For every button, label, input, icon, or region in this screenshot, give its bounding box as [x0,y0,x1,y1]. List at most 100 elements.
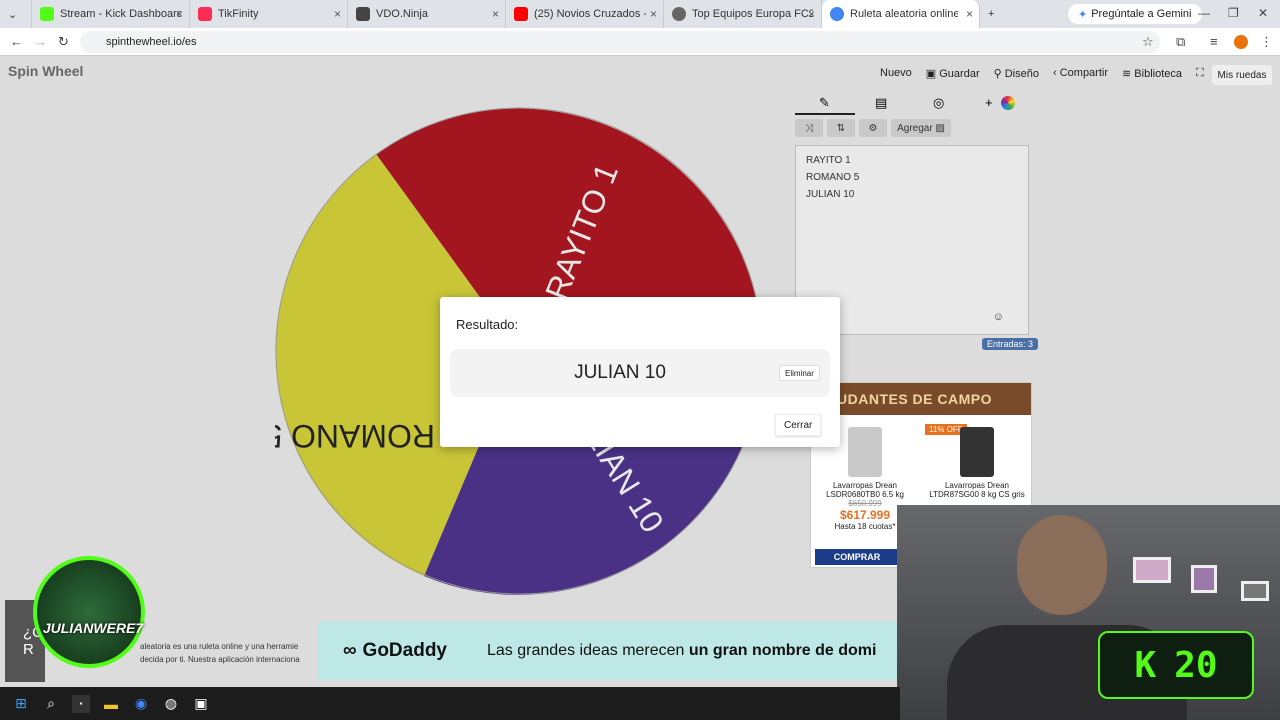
entry-line: RAYITO 1 [806,155,851,166]
result-dialog: Resultado: JULIAN 10 Eliminar Cerrar [440,297,840,447]
address-bar-row: ← → ↻ spinthewheel.io/es ☆ ⧉ ≡ ⋮ [0,28,1280,56]
menu-biblioteca[interactable]: ≋ Biblioteca [1122,67,1182,80]
spinwheel-icon [830,7,844,21]
pencil-icon[interactable]: ✎ [819,95,830,111]
tab-spin-the-wheel[interactable]: Ruleta aleatoria online – ruleta × [822,0,980,28]
profile-avatar[interactable] [1234,35,1248,49]
obs-icon[interactable]: ◍ [162,695,180,713]
close-icon[interactable]: × [176,7,183,21]
site-logo[interactable]: Spin Wheel [8,63,83,79]
fullscreen-icon[interactable]: ⛶ [1196,67,1204,80]
library-icon: ≋ [1122,68,1135,80]
shuffle-button[interactable]: ⤨ [795,119,823,137]
ad-text-bold: un gran nombre de domi [688,642,877,659]
streamer-badge: JULIANWERE7 [33,556,145,668]
menu-icon[interactable]: ⋮ [1260,34,1273,50]
windows-start-icon[interactable]: ⊞ [12,695,30,713]
menu-label: Compartir [1059,67,1109,79]
product-name: Lavarropas Drean LTDR87SG00 8 kg CS gris [929,481,1025,499]
tab-tikfinity[interactable]: TikFinity × [190,0,348,28]
tab-top-equipos[interactable]: Top Equipos Europa FC25 × [664,0,822,28]
tab-title: TikFinity [218,8,259,20]
menu-label: Biblioteca [1134,68,1182,80]
extensions-icon[interactable]: ⧉ [1176,34,1185,50]
search-icon[interactable]: ⌕ [42,695,60,713]
tikfinity-icon [198,7,212,21]
menu-label: Diseño [1004,68,1039,80]
sort-button[interactable]: ⇅ [827,119,855,137]
top-menu: Nuevo ▣ Guardar ⚲ Diseño ‹ Compartir ≋ B… [880,67,1204,80]
comprar-button[interactable]: COMPRAR [815,549,899,565]
globe-icon [672,7,686,21]
result-box: JULIAN 10 Eliminar [450,349,830,397]
sort-icon: ⇅ [836,122,846,134]
new-tab-button[interactable]: + [980,0,1010,28]
eliminar-button[interactable]: Eliminar [779,365,820,381]
agregar-label: Agregar [897,122,933,134]
close-icon[interactable]: × [650,7,657,21]
reload-icon[interactable]: ↻ [58,34,69,50]
tab-vdo-ninja[interactable]: VDO.Ninja × [348,0,506,28]
tab-title: Top Equipos Europa FC25 [692,8,813,20]
ad-header: UDANTES DE CAMPO [811,383,1031,415]
menu-nuevo[interactable]: Nuevo [880,67,912,80]
youtube-icon [514,7,528,21]
panel-tabs: ✎ ▤ ◎ + [795,93,1035,115]
cerrar-button[interactable]: Cerrar [775,414,822,436]
ad-tagline: Las grandes ideas merecen un gran nombre… [487,642,876,660]
washer-image [848,427,882,477]
streamer-name: JULIANWERE7 [42,620,144,636]
app-icon[interactable]: ▣ [192,695,210,713]
minimize-icon[interactable]: — [1198,6,1210,20]
emoji-icon[interactable]: ☺ [993,309,1004,326]
reading-list-icon[interactable]: ≡ [1210,34,1218,49]
mis-ruedas-button[interactable]: Mis ruedas [1212,65,1272,85]
gemini-button[interactable]: ✦ Pregúntale a Gemini [1068,4,1202,24]
menu-diseno[interactable]: ⚲ Diseño [994,67,1039,80]
app-icon[interactable]: ▪ [72,694,90,713]
tab-kick-dashboard[interactable]: Stream - Kick Dashboard × [32,0,190,28]
bookmark-star-icon[interactable]: ☆ [1142,34,1154,50]
url-text: spinthewheel.io/es [106,36,197,48]
window-close-icon[interactable]: ✕ [1258,6,1268,20]
ad-banner-bottom[interactable]: ∞ GoDaddy Las grandes ideas merecen un gr… [317,622,917,680]
entries-toolbar: ⤨ ⇅ ⚙ Agregar ▨ [795,119,951,137]
tab-youtube[interactable]: (25) Novios Cruzados - You × [506,0,664,28]
entry-line: JULIAN 10 [806,189,855,200]
chrome-icon[interactable]: ◉ [132,695,150,713]
url-field[interactable]: spinthewheel.io/es [80,31,1160,53]
entries-count-badge: Entradas: 3 [982,338,1039,350]
ad-product-2[interactable]: Lavarropas Drean LTDR87SG00 8 kg CS gris [927,423,1027,499]
close-icon[interactable]: × [334,7,341,21]
product-name: Lavarropas Drean LSDR0680TB0 6.5 kg [826,481,904,499]
gemini-label: Pregúntale a Gemini [1091,8,1192,20]
hide-icon[interactable]: ◎ [933,95,944,111]
back-icon[interactable]: ← [10,34,23,49]
maximize-icon[interactable]: ❐ [1228,6,1239,20]
close-icon[interactable]: × [966,7,973,21]
tab-list-button[interactable]: ⌄ [0,0,32,28]
godaddy-logo: ∞ GoDaddy [343,640,447,662]
menu-compartir[interactable]: ‹ Compartir [1053,67,1108,80]
plus-icon: + [988,8,995,20]
agregar-imagen-button[interactable]: Agregar ▨ [891,119,951,137]
menu-guardar[interactable]: ▣ Guardar [926,67,980,80]
kick-logo: K [1134,644,1157,686]
underline-active-tab [795,113,855,115]
vdo-ninja-icon [356,7,370,21]
settings-button[interactable]: ⚙ [859,119,887,137]
ad-text: Las grandes ideas merecen [487,642,689,659]
clipboard-icon[interactable]: ▤ [875,95,887,111]
wall-picture [1133,557,1171,583]
save-icon: ▣ [925,68,940,80]
close-icon[interactable]: × [808,7,815,21]
result-title: Resultado: [456,317,519,332]
close-icon[interactable]: × [492,7,499,21]
wheel-label-romano: ROMANO 5 [275,418,435,454]
plus-icon[interactable]: + [985,95,993,110]
folder-icon[interactable]: ▬ [102,695,120,713]
kick-counter: K 20 [1098,631,1254,699]
color-wheel-icon[interactable] [1001,96,1015,110]
kick-icon [40,7,54,21]
forward-icon[interactable]: → [34,34,47,49]
